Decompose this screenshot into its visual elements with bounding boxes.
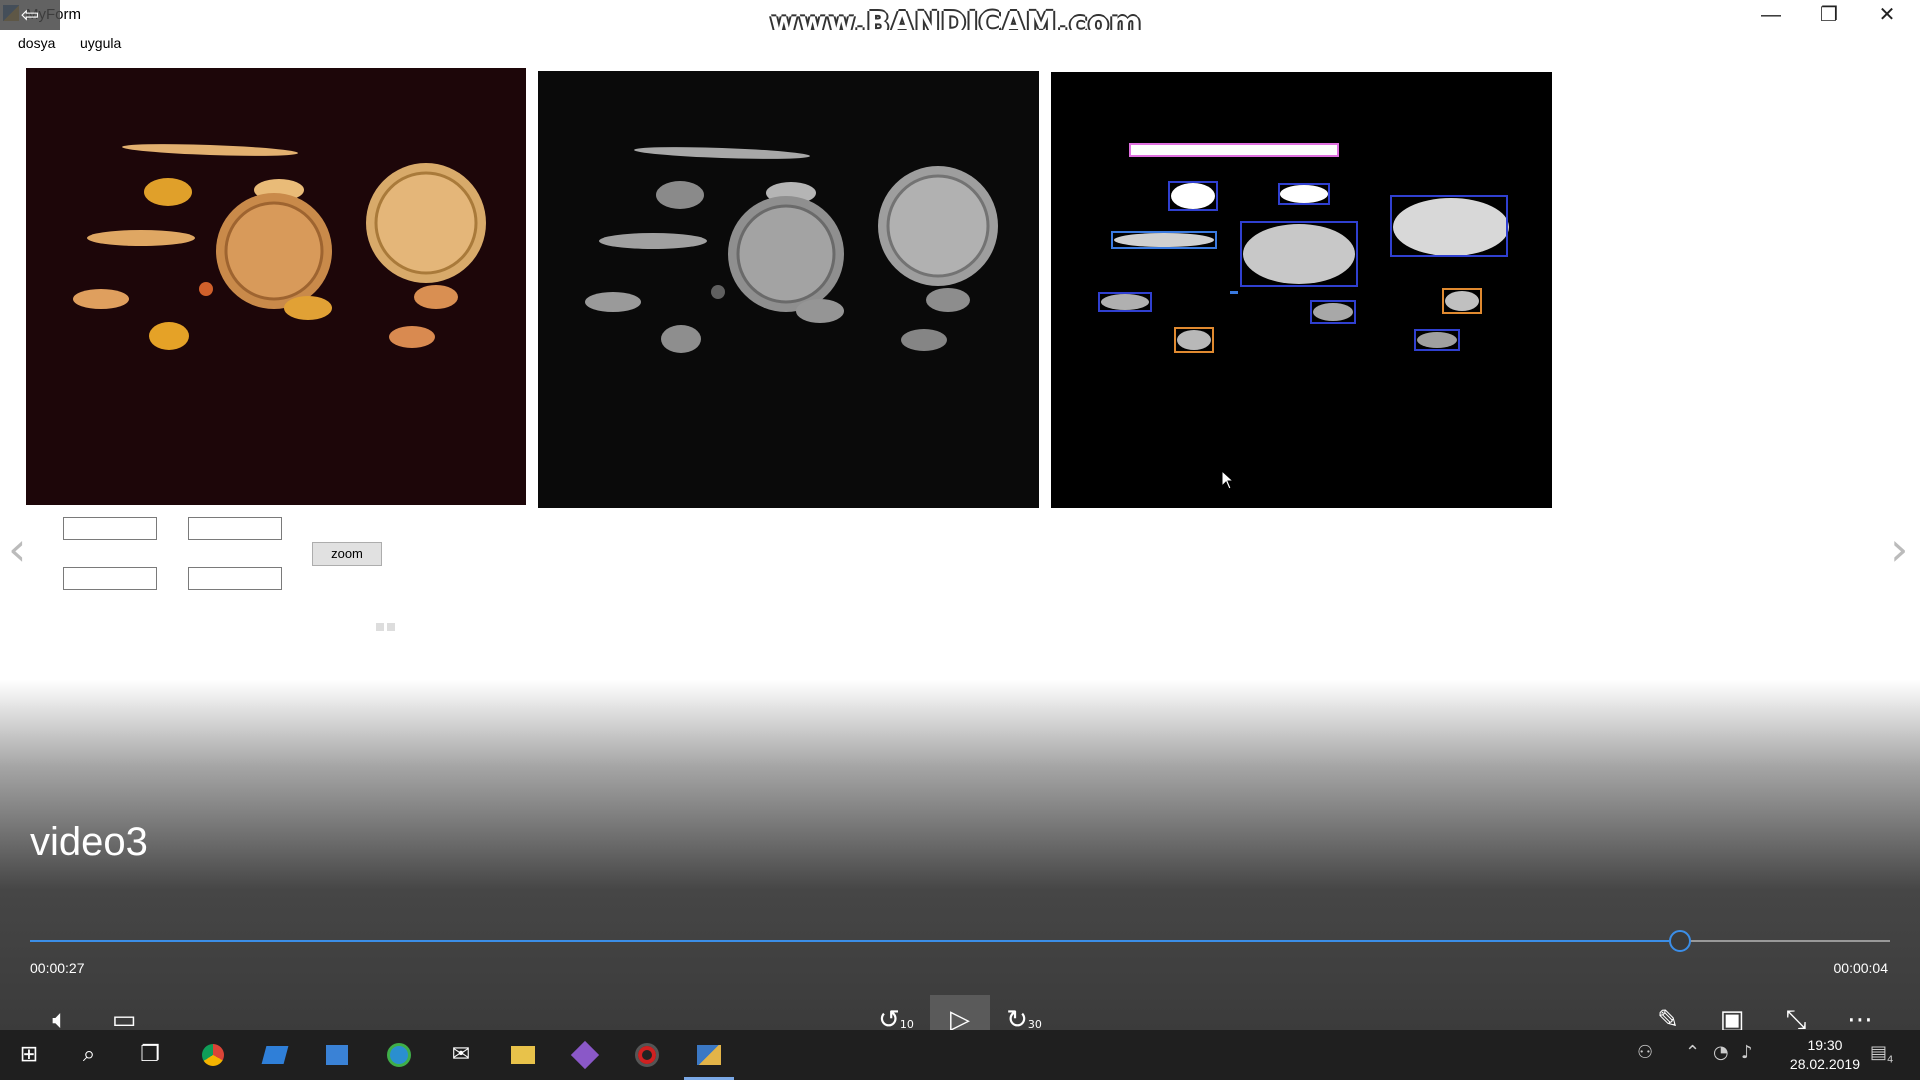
textbox-3[interactable]	[63, 567, 157, 590]
menu-dosya[interactable]: dosya	[18, 35, 55, 51]
player-overlay	[0, 680, 1920, 1030]
previous-arrow-icon[interactable]: ‹	[8, 522, 26, 576]
clock-date: 28.02.2019	[1789, 1056, 1860, 1072]
file-explorer-icon[interactable]	[506, 1038, 540, 1072]
tray-chevron-icon[interactable]: ⌃	[1685, 1042, 1700, 1063]
back-button[interactable]: ⇦	[0, 0, 60, 30]
elapsed-time: 00:00:27	[30, 960, 85, 976]
seek-bar-thumb[interactable]	[1668, 930, 1691, 952]
edge-icon[interactable]	[382, 1038, 416, 1072]
segmented-image	[1051, 72, 1552, 508]
action-center-icon[interactable]: ▤4	[1870, 1042, 1893, 1066]
seek-bar[interactable]	[30, 930, 1890, 952]
clock-time: 19:30	[1807, 1037, 1843, 1053]
picturebox-segmented	[1051, 72, 1552, 508]
taskbar: ⊞ ⌕ ❐ ✉ ⚇ ⌃ ◔ ♪ 19:30 28.02.2019 ▤4	[0, 1030, 1920, 1080]
small-controls	[376, 618, 398, 636]
app-icon-blue[interactable]	[258, 1038, 292, 1072]
grayscale-image	[538, 71, 1039, 508]
windows-start-icon[interactable]: ⊞	[12, 1038, 46, 1072]
textbox-2[interactable]	[188, 517, 282, 540]
video-title: video3	[30, 820, 148, 864]
seek-bar-progress	[30, 940, 1680, 942]
mouse-cursor-icon	[1221, 470, 1235, 490]
restore-button[interactable]: ❐	[1800, 0, 1858, 30]
store-icon[interactable]	[320, 1038, 354, 1072]
textbox-4[interactable]	[188, 567, 282, 590]
screen: MyForm ⇦ www.BANDICAM.com — ❐ ✕ dosya uy…	[0, 0, 1920, 1080]
notification-count: 4	[1887, 1054, 1894, 1066]
close-button[interactable]: ✕	[1858, 0, 1916, 30]
remaining-time: 00:00:04	[1833, 960, 1889, 976]
picturebox-grayscale	[538, 71, 1039, 508]
menubar: dosya uygula	[0, 30, 1920, 58]
next-arrow-icon[interactable]: ›	[1890, 522, 1908, 576]
speaker-icon[interactable]: ♪	[1741, 1042, 1753, 1063]
picturebox-original	[26, 68, 526, 505]
minimize-button[interactable]: —	[1742, 0, 1800, 30]
menu-uygula[interactable]: uygula	[80, 35, 121, 51]
bandicam-icon[interactable]	[630, 1038, 664, 1072]
window-titlebar: MyForm ⇦ www.BANDICAM.com — ❐ ✕	[0, 0, 1920, 41]
network-icon[interactable]: ◔	[1713, 1042, 1729, 1063]
task-view-icon[interactable]: ❐	[133, 1038, 167, 1072]
zoom-button[interactable]: zoom	[312, 542, 382, 566]
taskbar-clock[interactable]: 19:30 28.02.2019	[1790, 1036, 1860, 1074]
myform-app-icon[interactable]	[684, 1038, 734, 1080]
people-icon[interactable]: ⚇	[1637, 1042, 1653, 1063]
mail-icon[interactable]: ✉	[444, 1038, 478, 1072]
chrome-icon[interactable]	[196, 1038, 230, 1072]
textbox-1[interactable]	[63, 517, 157, 540]
original-image	[26, 68, 526, 505]
visual-studio-icon[interactable]	[568, 1038, 602, 1072]
search-icon[interactable]: ⌕	[72, 1038, 106, 1072]
